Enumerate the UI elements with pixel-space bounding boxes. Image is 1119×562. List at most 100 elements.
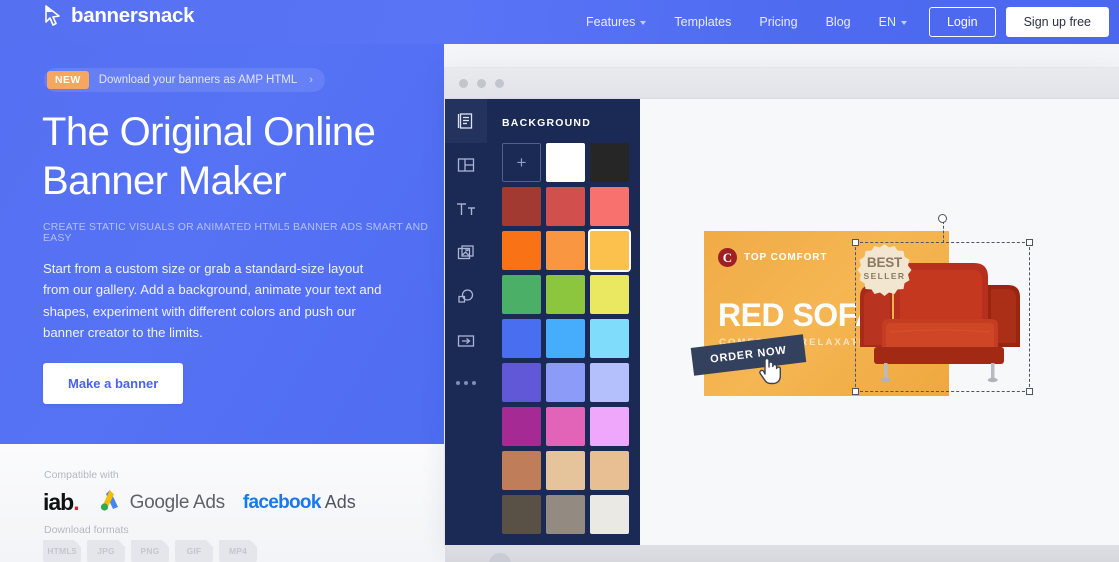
animation-icon xyxy=(456,331,476,351)
nav-item-pricing[interactable]: Pricing xyxy=(745,15,811,29)
editor-tool-rail xyxy=(445,99,487,545)
rail-item-shapes[interactable] xyxy=(445,275,487,319)
page-title: The Original Online Banner Maker xyxy=(42,110,376,203)
swatch-charcoal[interactable] xyxy=(590,143,629,182)
editor-body: BACKGROUND + C TOP COMFORT RED SOFA RELA… xyxy=(445,99,1119,545)
banner-brand-name: TOP COMFORT xyxy=(744,252,828,263)
rail-item-animation[interactable] xyxy=(445,319,487,363)
panel-title: BACKGROUND xyxy=(502,117,591,129)
swatch-dark-brown[interactable] xyxy=(502,495,541,534)
rail-item-text[interactable] xyxy=(445,187,487,231)
window-title-bar xyxy=(445,68,1119,99)
google-ads-mark-icon xyxy=(97,488,123,517)
swatch-dark-red[interactable] xyxy=(502,187,541,226)
promo-new-badge: NEW xyxy=(47,71,89,89)
format-badge-gif: GIF xyxy=(175,540,213,562)
resize-handle-bottom-left[interactable] xyxy=(852,388,859,395)
google-ads-text: Google Ads xyxy=(129,491,226,513)
swatch-beige[interactable] xyxy=(590,451,629,490)
swatch-gray[interactable] xyxy=(546,495,585,534)
swatch-indigo[interactable] xyxy=(502,363,541,402)
background-swatch-grid: + xyxy=(487,129,640,534)
brand-name: bannersnack xyxy=(71,4,195,27)
compatibility-section: Compatible with iab. Google Ads facebook… xyxy=(0,444,444,562)
nav-item-blog[interactable]: Blog xyxy=(812,15,865,29)
format-badge-png: PNG xyxy=(131,540,169,562)
text-icon xyxy=(455,199,477,219)
layout-template-icon xyxy=(456,155,476,175)
iab-logo: iab. xyxy=(43,489,80,516)
swatch-sky-blue[interactable] xyxy=(546,319,585,358)
nav-item-language[interactable]: EN xyxy=(865,15,921,29)
banner-brand: C TOP COMFORT xyxy=(718,248,827,267)
window-maximize-dot-icon[interactable] xyxy=(495,78,504,88)
compatible-with-label: Compatible with xyxy=(44,469,119,481)
add-background-button[interactable]: + xyxy=(502,143,541,182)
swatch-light-yellow[interactable] xyxy=(590,275,629,314)
cursor-logo-icon xyxy=(44,5,64,27)
nav-label: EN xyxy=(878,15,896,29)
hand-pointer-cursor xyxy=(757,353,783,390)
chevron-down-icon xyxy=(640,21,647,25)
swatch-light-blue[interactable] xyxy=(590,319,629,358)
background-layers-icon xyxy=(456,111,476,131)
swatch-pink[interactable] xyxy=(546,407,585,446)
banner-canvas[interactable]: C TOP COMFORT RED SOFA COMFORT & RELAXAT… xyxy=(690,214,1033,396)
brand-circle-icon: C xyxy=(718,248,737,267)
login-button[interactable]: Login xyxy=(928,7,996,37)
image-media-icon xyxy=(456,243,476,263)
brand-logo[interactable]: bannersnack xyxy=(44,4,194,28)
swatch-yellow-selected[interactable] xyxy=(590,231,629,270)
nav-label: Features xyxy=(586,15,636,29)
swatch-coral[interactable] xyxy=(590,187,629,226)
swatch-periwinkle[interactable] xyxy=(546,363,585,402)
swatch-magenta[interactable] xyxy=(502,407,541,446)
partner-logos: iab. Google Ads facebook Ads xyxy=(43,488,356,517)
swatch-white[interactable] xyxy=(546,143,585,182)
rail-item-layout[interactable] xyxy=(445,143,487,187)
badge-bottom-text: SELLER xyxy=(863,271,906,281)
page-below-strip xyxy=(445,545,1119,562)
swatch-green[interactable] xyxy=(502,275,541,314)
facebook-ads-text: Ads xyxy=(324,491,356,512)
canvas-area[interactable]: C TOP COMFORT RED SOFA COMFORT & RELAXAT… xyxy=(640,99,1119,545)
swatch-lime[interactable] xyxy=(546,275,585,314)
hero-description: Start from a custom size or grab a stand… xyxy=(43,261,382,341)
order-now-button[interactable]: ORDER NOW xyxy=(690,334,807,376)
swatch-sand[interactable] xyxy=(546,451,585,490)
window-close-dot-icon[interactable] xyxy=(459,78,468,88)
nav-item-features[interactable]: Features xyxy=(572,15,660,29)
swatch-blue[interactable] xyxy=(502,319,541,358)
window-minimize-dot-icon[interactable] xyxy=(477,78,486,88)
swatch-light-pink[interactable] xyxy=(590,407,629,446)
best-seller-badge[interactable]: BEST SELLER xyxy=(856,243,913,300)
make-a-banner-button[interactable]: Make a banner xyxy=(43,363,184,404)
resize-handle-bottom-right[interactable] xyxy=(1026,388,1033,395)
rail-item-background[interactable] xyxy=(445,99,487,143)
google-ads-logo: Google Ads xyxy=(97,488,225,517)
swatch-pale-blue[interactable] xyxy=(590,363,629,402)
promo-text: Download your banners as AMP HTML xyxy=(98,74,298,86)
swatch-off-white[interactable] xyxy=(590,495,629,534)
iab-logo-dot: . xyxy=(73,489,79,515)
nav-label: Blog xyxy=(825,15,851,29)
facebook-text: facebook xyxy=(242,491,322,513)
promo-banner-link[interactable]: NEW Download your banners as AMP HTML › xyxy=(44,68,325,92)
swatch-tan[interactable] xyxy=(502,451,541,490)
nav-label: Templates xyxy=(674,15,732,29)
format-badge-mp4: MP4 xyxy=(219,540,257,562)
download-formats-label: Download formats xyxy=(44,524,129,536)
signup-button[interactable]: Sign up free xyxy=(1005,7,1109,37)
more-dots-icon[interactable] xyxy=(445,363,487,403)
rail-item-image[interactable] xyxy=(445,231,487,275)
format-badge-html5: HTML5 xyxy=(43,540,81,562)
nav-label: Pricing xyxy=(759,15,798,29)
swatch-red[interactable] xyxy=(546,187,585,226)
rotate-handle[interactable] xyxy=(938,214,947,223)
swatch-orange[interactable] xyxy=(502,231,541,270)
swatch-light-orange[interactable] xyxy=(546,231,585,270)
nav-item-templates[interactable]: Templates xyxy=(660,15,745,29)
shapes-icon xyxy=(456,287,476,307)
chevron-down-icon xyxy=(900,21,907,25)
download-format-badges: HTML5 JPG PNG GIF MP4 xyxy=(43,540,257,562)
